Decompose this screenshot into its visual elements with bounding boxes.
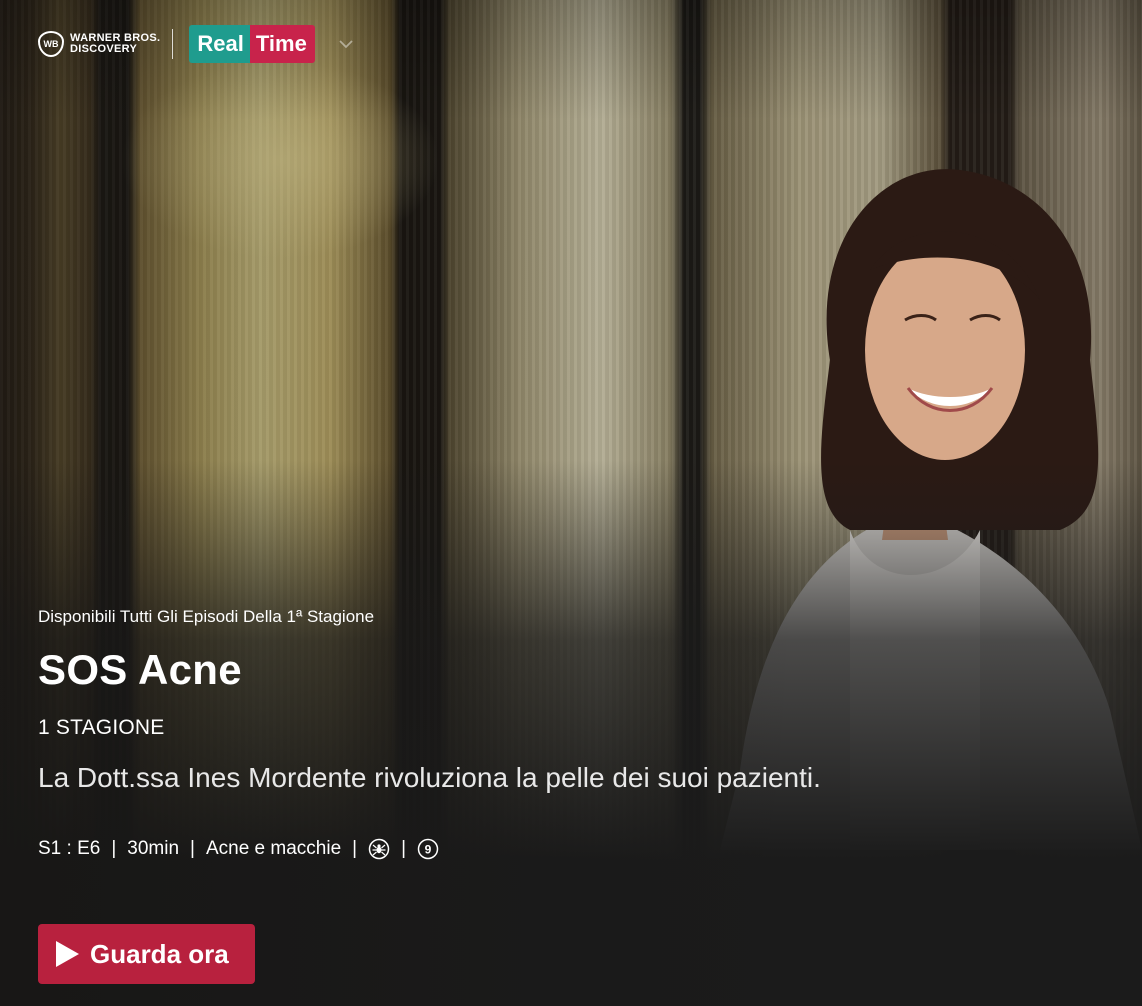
play-icon	[56, 941, 79, 967]
real-time-logo-right: Time	[249, 25, 315, 63]
show-description: La Dott.ssa Ines Mordente rivoluziona la…	[38, 762, 821, 793]
season-count: 1 STAGIONE	[38, 716, 165, 739]
availability-label: Disponibili Tutti Gli Episodi Della 1ª S…	[38, 607, 375, 626]
meta-separator: |	[190, 838, 195, 859]
real-time-channel-logo[interactable]: Real Time	[189, 25, 315, 63]
wbd-logo-bottom: DISCOVERY	[70, 43, 138, 55]
watch-now-label: Guarda ora	[90, 938, 229, 969]
meta-separator: |	[401, 838, 407, 859]
age-rating-badge: 9	[417, 838, 439, 860]
spider-icon	[368, 838, 390, 860]
episode-number: S1 : E6	[38, 838, 101, 859]
meta-separator: |	[111, 838, 117, 859]
chevron-down-icon[interactable]	[339, 37, 353, 51]
show-title: SOS Acne	[38, 646, 242, 693]
wbd-logo-text: WARNER BROS. DISCOVERY	[70, 33, 160, 55]
episode-meta: S1 : E6 | 30min | Acne e macchie | | 9	[38, 838, 439, 860]
logo-divider	[172, 29, 174, 59]
top-bar: WB WARNER BROS. DISCOVERY Real Time	[38, 24, 353, 64]
real-time-logo-left: Real	[189, 25, 250, 63]
episode-genre: Acne e macchie	[205, 838, 342, 859]
warner-bros-shield-logo: WB	[38, 31, 64, 57]
age-rating-value: 9	[425, 843, 432, 857]
episode-duration: 30min	[127, 838, 180, 859]
watch-now-button[interactable]: Guarda ora	[38, 924, 255, 984]
meta-separator: |	[352, 838, 358, 859]
